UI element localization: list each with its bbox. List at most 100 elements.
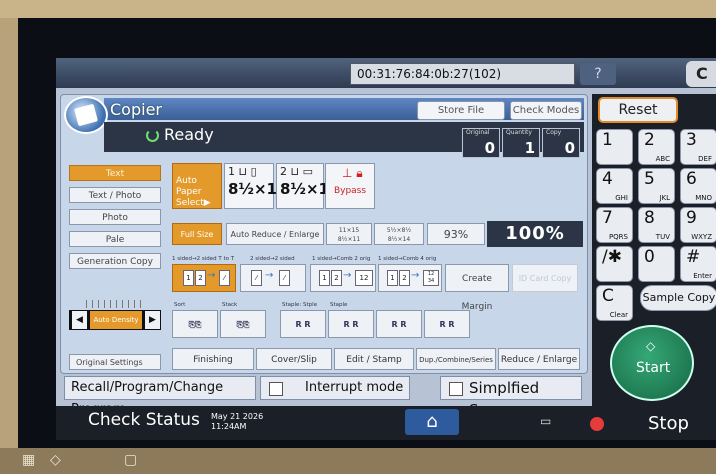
stack-button[interactable]: ⎘⎘ — [220, 310, 266, 338]
staple-left-button[interactable]: R R — [424, 310, 470, 338]
status-text: Ready — [164, 125, 214, 144]
mode-text-photo[interactable]: Text / Photo — [69, 187, 161, 203]
recall-program-button[interactable]: Recall/Program/Change Program — [64, 376, 256, 417]
key-4[interactable]: 4 GHI — [596, 168, 633, 204]
duplex-1to2-button[interactable]: 1 2 → ⁄ — [172, 264, 236, 292]
key-letters: ABC — [655, 155, 670, 163]
finishing-label: Staple: Stple — [282, 302, 318, 308]
tab-edit-stamp[interactable]: Edit / Stamp — [334, 348, 414, 370]
mode-pale[interactable]: Pale — [69, 231, 161, 247]
counter-label: Original — [466, 129, 490, 136]
tab-finishing[interactable]: Finishing — [172, 348, 254, 370]
id-card-copy-button: ID Card Copy — [512, 264, 578, 292]
key-digit: C — [602, 286, 614, 306]
help-button[interactable]: ? — [580, 63, 616, 85]
key-digit: 0 — [644, 247, 655, 267]
key-0[interactable]: 0 — [638, 246, 675, 282]
current-ratio: 100% — [487, 221, 583, 247]
mode-text[interactable]: Text — [69, 165, 161, 181]
auto-density-button[interactable]: Auto Density — [90, 311, 142, 329]
start-diamond-icon: ◇ — [646, 339, 656, 353]
combine-2-button[interactable]: 1 2 → 12 — [310, 264, 376, 292]
preset-line: 11×15 — [338, 227, 360, 234]
preset-ratio-1-button[interactable]: 11×15 8½×11 — [326, 223, 372, 245]
tray-label: 2 ⊔ ▭ — [280, 165, 313, 178]
create-margin-button[interactable]: Create Margin — [445, 264, 509, 312]
key-digit: 8 — [644, 208, 655, 228]
combined-page-icon: 12 34 — [423, 270, 439, 286]
key-2[interactable]: 2 ABC — [638, 129, 675, 165]
paper-tray-1-button[interactable]: 1 ⊔ ▯ 8½×11 — [224, 163, 287, 209]
staple-top-right-button[interactable]: R R — [328, 310, 374, 338]
duplex-label: 1 sided→Comb 4 orig — [378, 256, 437, 262]
tab-reduce-enlarge[interactable]: Reduce / Enlarge — [498, 348, 580, 370]
sample-copy-button[interactable]: Sample Copy — [640, 285, 716, 311]
arrow-icon: → — [343, 270, 352, 281]
diamond-icon: ◇ — [50, 452, 61, 468]
device-address: 00:31:76:84:0b:27(102) — [350, 63, 575, 85]
key-digit: 5 — [644, 169, 655, 189]
auto-paper-select-button[interactable]: Auto Paper Select▶ — [172, 163, 222, 209]
auto-paper-line1: Auto Paper — [176, 176, 202, 197]
duplex-label: 1 sided→Comb 2 orig — [312, 256, 371, 262]
check-modes-button[interactable]: Check Modes — [510, 101, 582, 120]
tab-cover-slip-sheet[interactable]: Cover/Slip Sheet — [256, 348, 332, 387]
reset-button[interactable]: Reset — [598, 97, 678, 123]
simplified-screen-button[interactable]: Simplfied Scrn. — [440, 376, 582, 419]
key-letters: JKL — [659, 194, 670, 202]
preset-ratio-3-button[interactable]: 93% — [427, 223, 485, 245]
mode-photo[interactable]: Photo — [69, 209, 161, 225]
stop-button[interactable]: Stop — [648, 413, 689, 434]
edge-button[interactable]: C — [686, 61, 716, 87]
key-letters: PQRS — [608, 233, 628, 241]
page-icon: 1 — [387, 270, 398, 286]
auto-reduce-enlarge-button[interactable]: Auto Reduce / Enlarge — [226, 223, 324, 245]
key-digit: /✱ — [602, 247, 622, 267]
mode-generation-copy[interactable]: Generation Copy — [69, 253, 161, 269]
staple-2-button[interactable]: R R — [376, 310, 422, 338]
full-size-button[interactable]: Full Size — [172, 223, 222, 245]
original-settings-button[interactable]: Original Settings — [69, 354, 161, 370]
interrupt-mode-button[interactable]: Interrupt mode — [260, 376, 410, 400]
check-status-button[interactable]: Check Status — [88, 410, 200, 430]
finishing-label: Staple — [330, 302, 348, 308]
time: 11:24AM — [211, 422, 247, 431]
clear-key[interactable]: C Clear — [596, 285, 633, 321]
duplex-2to2-button[interactable]: ⁄ → ⁄ — [240, 264, 306, 292]
key-hash-enter[interactable]: # Enter — [680, 246, 716, 282]
key-digit: 4 — [602, 169, 613, 189]
home-button[interactable]: ⌂ — [405, 409, 459, 435]
paper-tray-2-button[interactable]: 2 ⊔ ▭ 8½×14 — [276, 163, 339, 209]
key-digit: 2 — [644, 130, 655, 150]
combine-4-button[interactable]: 1 2 → 12 34 — [378, 264, 442, 292]
key-digit: 3 — [686, 130, 697, 150]
bypass-tray-icon: ⊥ 🔒︎ — [342, 166, 363, 180]
key-8[interactable]: 8 TUV — [638, 207, 675, 243]
duplex-label: 2 sided→2 sided — [250, 256, 295, 262]
key-5[interactable]: 5 JKL — [638, 168, 675, 204]
key-9[interactable]: 9 WXYZ — [680, 207, 716, 243]
key-star[interactable]: /✱ — [596, 246, 633, 282]
device-bezel-bottom — [0, 448, 716, 474]
key-6[interactable]: 6 MNO — [680, 168, 716, 204]
counter-value: 0 — [484, 139, 495, 157]
tab-dup-combine-series[interactable]: Dup./Combine/Series — [416, 348, 496, 370]
preset-ratio-2-button[interactable]: 5½×8½ 8½×14 — [374, 223, 424, 245]
density-darker-button[interactable]: ▶ — [145, 311, 160, 329]
key-letters: TUV — [655, 233, 670, 241]
density-lighter-button[interactable]: ◀ — [72, 311, 87, 329]
quantity-counter[interactable]: Quantity 1 — [502, 128, 540, 158]
key-digit: 1 — [602, 130, 613, 150]
preset-line: 5½×8½ — [386, 227, 412, 234]
interrupt-label: Interrupt mode — [305, 380, 404, 395]
key-1[interactable]: 1 — [596, 129, 633, 165]
page-icon: 1 — [319, 270, 330, 286]
device-bezel-top — [0, 0, 716, 18]
key-7[interactable]: 7 PQRS — [596, 207, 633, 243]
counter-value: 0 — [564, 139, 575, 157]
sort-button[interactable]: ⎘⎘ — [172, 310, 218, 338]
key-3[interactable]: 3 DEF — [680, 129, 716, 165]
store-file-button[interactable]: Store File — [417, 101, 505, 120]
staple-top-left-button[interactable]: R R — [280, 310, 326, 338]
key-letters: GHI — [615, 194, 628, 202]
